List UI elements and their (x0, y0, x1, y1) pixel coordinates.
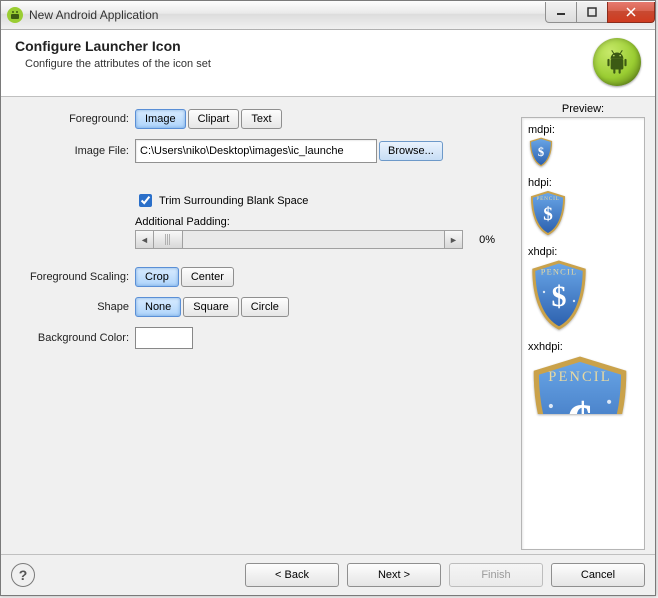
foreground-text-button[interactable]: Text (241, 109, 281, 129)
svg-text:¢: ¢ (567, 390, 593, 414)
trim-checkbox-row[interactable]: Trim Surrounding Blank Space (135, 191, 511, 210)
shield-text: PENCIL (548, 369, 611, 385)
svg-text:$: $ (552, 280, 567, 313)
shape-square-button[interactable]: Square (183, 297, 238, 317)
trim-label: Trim Surrounding Blank Space (159, 195, 308, 207)
preview-hdpi: hdpi: PENCIL $ (528, 175, 638, 236)
titlebar: New Android Application (1, 1, 655, 30)
foreground-row: Foreground: Image Clipart Text (11, 109, 511, 129)
window-title: New Android Application (29, 8, 546, 22)
image-file-row: Image File: Browse... (11, 139, 511, 163)
svg-text:$: $ (538, 145, 544, 159)
close-button[interactable] (607, 2, 655, 23)
android-app-icon (7, 7, 23, 23)
wizard-subtitle: Configure the attributes of the icon set (15, 58, 211, 70)
help-button[interactable]: ? (11, 563, 35, 587)
scaling-center-button[interactable]: Center (181, 267, 234, 287)
preview-xxhdpi: xxhdpi: PENCIL ¢ (528, 339, 638, 414)
scaling-toggle-group: Crop Center (135, 267, 234, 287)
image-file-input[interactable] (135, 139, 377, 163)
bgcolor-label: Background Color: (11, 332, 135, 344)
preview-box: mdpi: $ hdpi: PENCIL $ xh (521, 117, 645, 550)
foreground-image-button[interactable]: Image (135, 109, 186, 129)
scroll-thumb[interactable] (154, 231, 183, 248)
preview-area: Preview: mdpi: $ hdpi: PENCIL $ (521, 103, 645, 550)
dialog-window: New Android Application Configure Launch… (0, 0, 656, 596)
shape-circle-button[interactable]: Circle (241, 297, 289, 317)
padding-block: Trim Surrounding Blank Space Additional … (135, 191, 511, 249)
shape-row: Shape None Square Circle (11, 297, 511, 317)
minimize-button[interactable] (545, 2, 577, 23)
foreground-label: Foreground: (11, 113, 135, 125)
window-controls (546, 2, 655, 22)
browse-button[interactable]: Browse... (379, 141, 443, 161)
padding-slider-row: ◄ ► 0% (135, 230, 495, 249)
preview-mdpi: mdpi: $ (528, 122, 638, 167)
maximize-button[interactable] (576, 2, 608, 23)
scroll-right-arrow[interactable]: ► (444, 231, 462, 248)
shield-icon: $ (528, 137, 554, 167)
wizard-body: Foreground: Image Clipart Text Image Fil… (1, 97, 655, 554)
shape-toggle-group: None Square Circle (135, 297, 289, 317)
wizard-footer: ? < Back Next > Finish Cancel (1, 554, 655, 595)
shield-text: PENCIL (536, 196, 559, 202)
shield-icon: PENCIL ¢ (528, 354, 632, 414)
scaling-row: Foreground Scaling: Crop Center (11, 267, 511, 287)
preview-xhdpi-label: xhdpi: (528, 246, 557, 258)
image-file-label: Image File: (11, 145, 135, 157)
scroll-left-arrow[interactable]: ◄ (136, 231, 154, 248)
bgcolor-swatch[interactable] (135, 327, 193, 349)
padding-value: 0% (469, 234, 495, 246)
padding-scrollbar[interactable]: ◄ ► (135, 230, 463, 249)
shield-icon: PENCIL $ (528, 259, 590, 331)
back-button[interactable]: < Back (245, 563, 339, 587)
preview-hdpi-label: hdpi: (528, 177, 552, 189)
scaling-label: Foreground Scaling: (11, 271, 135, 283)
svg-text:$: $ (543, 204, 553, 225)
foreground-clipart-button[interactable]: Clipart (188, 109, 240, 129)
scaling-crop-button[interactable]: Crop (135, 267, 179, 287)
bgcolor-row: Background Color: (11, 327, 511, 349)
next-button[interactable]: Next > (347, 563, 441, 587)
android-header-icon (593, 38, 641, 86)
shape-none-button[interactable]: None (135, 297, 181, 317)
cancel-button[interactable]: Cancel (551, 563, 645, 587)
finish-button: Finish (449, 563, 543, 587)
shield-text: PENCIL (541, 268, 578, 277)
preview-xxhdpi-label: xxhdpi: (528, 341, 563, 353)
preview-mdpi-label: mdpi: (528, 124, 555, 136)
wizard-title: Configure Launcher Icon (15, 38, 211, 54)
wizard-header: Configure Launcher Icon Configure the at… (1, 30, 655, 97)
form-area: Foreground: Image Clipart Text Image Fil… (11, 103, 515, 550)
additional-padding-label: Additional Padding: (135, 216, 511, 228)
shield-icon: PENCIL $ (528, 190, 568, 236)
shape-label: Shape (11, 301, 135, 313)
preview-title: Preview: (521, 103, 645, 115)
preview-xhdpi: xhdpi: PENCIL $ (528, 244, 638, 331)
trim-checkbox[interactable] (139, 194, 152, 207)
foreground-toggle-group: Image Clipart Text (135, 109, 282, 129)
